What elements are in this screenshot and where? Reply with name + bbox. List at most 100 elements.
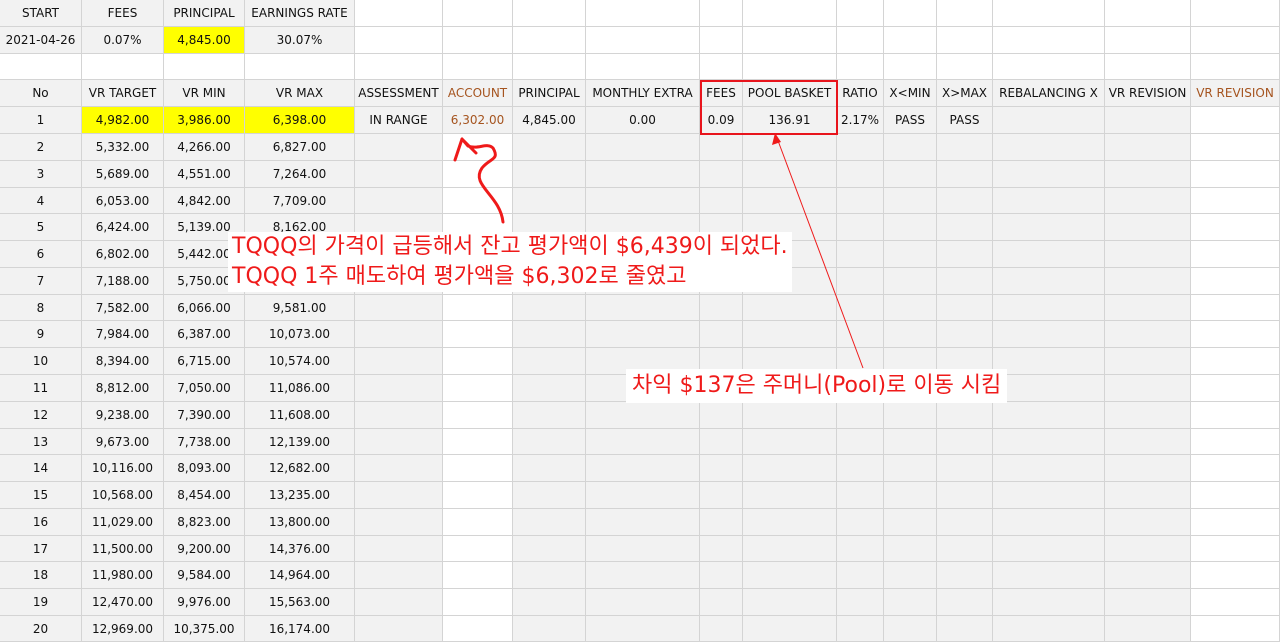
table-cell[interactable] [743,616,837,642]
table-cell[interactable] [837,616,884,642]
table-cell[interactable] [443,375,513,402]
table-cell[interactable] [993,616,1105,642]
table-cell[interactable] [443,188,513,214]
table-cell[interactable]: 9,238.00 [82,402,164,429]
empty-cell[interactable] [700,54,743,80]
table-cell[interactable] [937,321,993,348]
table-cell[interactable] [743,188,837,214]
table-cell[interactable] [1105,348,1191,375]
table-cell[interactable] [513,509,586,536]
table-cell[interactable]: 13,800.00 [245,509,355,536]
table-cell[interactable]: 14 [0,455,82,482]
table-header-cell[interactable]: No [0,80,82,107]
table-cell[interactable] [1191,482,1280,509]
table-cell[interactable] [1191,455,1280,482]
table-cell[interactable] [743,295,837,321]
empty-cell[interactable] [443,0,513,27]
table-cell[interactable] [443,402,513,429]
table-cell[interactable]: 5,689.00 [82,161,164,188]
table-cell[interactable]: 13,235.00 [245,482,355,509]
table-cell[interactable]: 11,500.00 [82,536,164,562]
table-cell[interactable]: 9,976.00 [164,589,245,616]
table-cell[interactable] [993,107,1105,134]
table-cell[interactable] [993,429,1105,455]
table-cell[interactable] [1105,562,1191,589]
table-cell[interactable] [993,188,1105,214]
table-cell[interactable] [937,455,993,482]
table-cell[interactable] [837,321,884,348]
table-cell[interactable] [993,134,1105,161]
empty-cell[interactable] [586,0,700,27]
table-cell[interactable] [1105,321,1191,348]
table-cell[interactable] [355,402,443,429]
table-cell[interactable] [884,134,937,161]
table-cell[interactable] [443,429,513,455]
table-cell[interactable] [884,241,937,268]
table-cell[interactable]: 9,581.00 [245,295,355,321]
table-cell[interactable] [1105,161,1191,188]
table-cell[interactable] [700,482,743,509]
table-cell[interactable]: 6,302.00 [443,107,513,134]
table-cell[interactable]: IN RANGE [355,107,443,134]
table-cell[interactable]: 11,086.00 [245,375,355,402]
table-header-cell[interactable]: RATIO [837,80,884,107]
table-cell[interactable] [443,161,513,188]
table-cell[interactable] [1105,295,1191,321]
table-cell[interactable] [1105,214,1191,241]
table-cell[interactable] [993,455,1105,482]
table-header-cell[interactable]: REBALANCING X [993,80,1105,107]
table-cell[interactable]: 12,470.00 [82,589,164,616]
table-cell[interactable] [937,188,993,214]
table-cell[interactable] [1191,402,1280,429]
empty-cell[interactable] [586,27,700,54]
table-cell[interactable] [513,536,586,562]
table-cell[interactable] [443,482,513,509]
table-cell[interactable]: 4 [0,188,82,214]
table-cell[interactable] [355,455,443,482]
table-header-cell[interactable]: VR MIN [164,80,245,107]
table-cell[interactable] [443,321,513,348]
empty-cell[interactable] [443,27,513,54]
table-cell[interactable] [884,429,937,455]
table-cell[interactable]: 8 [0,295,82,321]
table-cell[interactable] [443,134,513,161]
table-cell[interactable] [700,402,743,429]
table-cell[interactable]: 2 [0,134,82,161]
table-cell[interactable] [700,134,743,161]
table-cell[interactable] [355,509,443,536]
table-cell[interactable]: 3,986.00 [164,107,245,134]
table-cell[interactable] [700,509,743,536]
table-cell[interactable] [1105,188,1191,214]
table-cell[interactable] [1191,134,1280,161]
table-cell[interactable]: 7,582.00 [82,295,164,321]
table-cell[interactable] [884,536,937,562]
table-cell[interactable]: 6,387.00 [164,321,245,348]
table-header-cell[interactable]: ACCOUNT [443,80,513,107]
table-cell[interactable] [586,455,700,482]
table-cell[interactable] [355,295,443,321]
table-cell[interactable] [837,214,884,241]
table-cell[interactable] [355,375,443,402]
table-cell[interactable] [884,295,937,321]
table-cell[interactable]: 6,066.00 [164,295,245,321]
table-cell[interactable]: 12 [0,402,82,429]
table-cell[interactable] [586,536,700,562]
empty-cell[interactable] [355,54,443,80]
table-cell[interactable] [1191,616,1280,642]
param-header-cell[interactable]: EARNINGS RATE [245,0,355,27]
table-cell[interactable]: 14,964.00 [245,562,355,589]
table-cell[interactable]: 17 [0,536,82,562]
table-cell[interactable] [884,455,937,482]
table-cell[interactable] [884,161,937,188]
table-cell[interactable] [355,134,443,161]
table-cell[interactable] [586,321,700,348]
empty-cell[interactable] [443,54,513,80]
empty-cell[interactable] [837,54,884,80]
table-cell[interactable] [884,509,937,536]
table-cell[interactable]: 8,812.00 [82,375,164,402]
param-value-cell[interactable]: 2021-04-26 [0,27,82,54]
table-cell[interactable] [1105,134,1191,161]
table-cell[interactable] [513,455,586,482]
table-cell[interactable] [743,321,837,348]
table-cell[interactable] [837,295,884,321]
